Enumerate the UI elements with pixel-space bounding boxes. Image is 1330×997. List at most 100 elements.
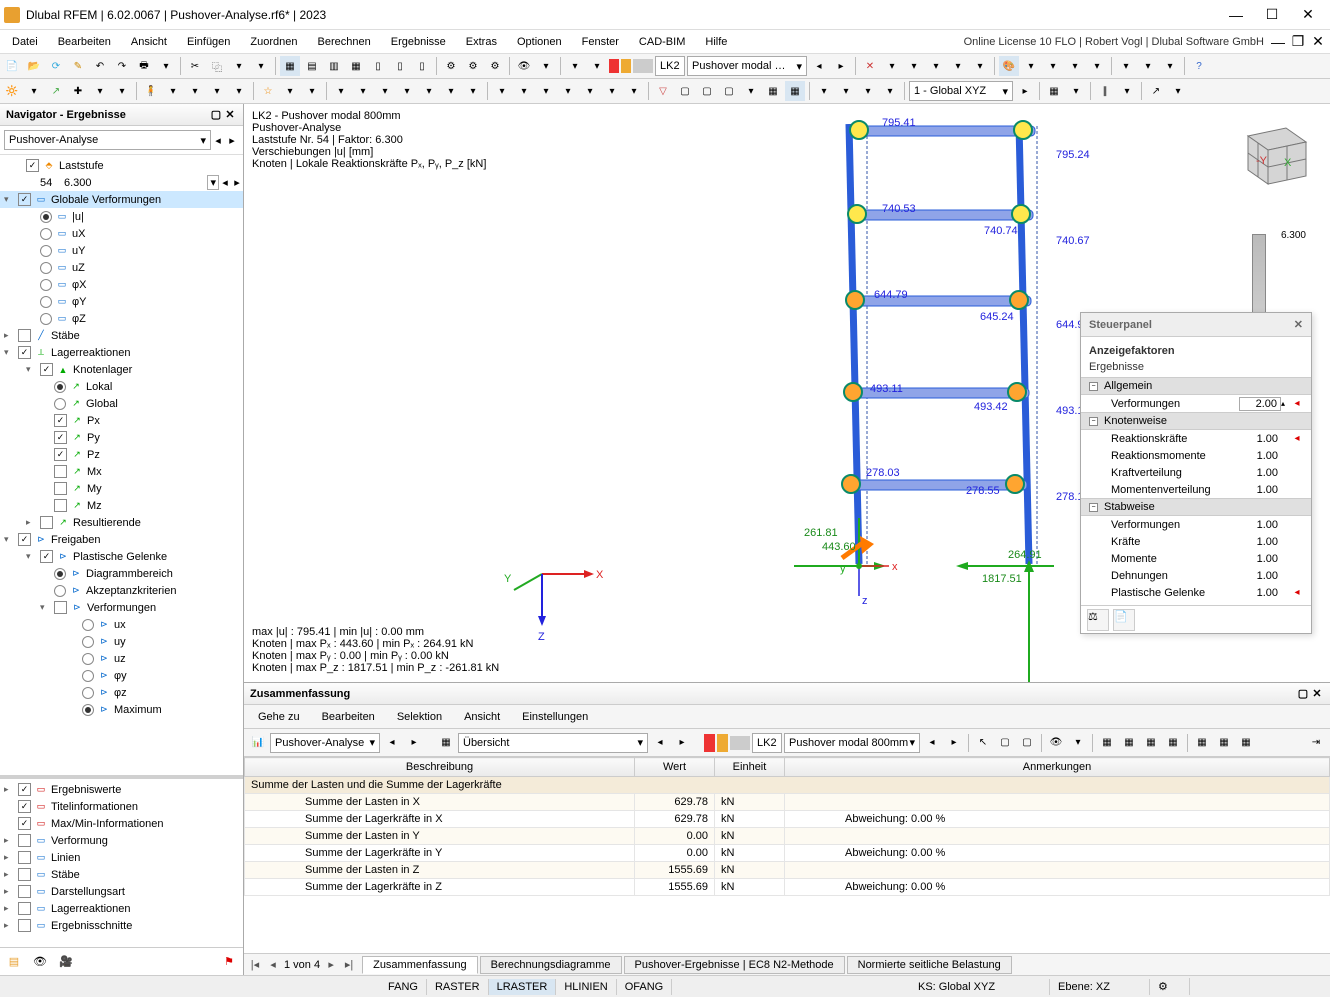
tree-gv-4[interactable]: ▭φX bbox=[0, 276, 243, 293]
sum-lk-dropdown[interactable]: LK2 bbox=[752, 733, 782, 753]
sum-prev-icon[interactable]: ◂ bbox=[382, 733, 402, 753]
checkbox[interactable] bbox=[18, 346, 31, 359]
sel-icon[interactable]: 🔆 bbox=[2, 81, 22, 101]
snap2-icon[interactable]: ▾ bbox=[836, 81, 856, 101]
sum-tool-10-icon[interactable]: ▦ bbox=[1192, 733, 1212, 753]
menu-fenster[interactable]: Fenster bbox=[572, 33, 629, 51]
menu-hilfe[interactable]: Hilfe bbox=[695, 33, 737, 51]
obj6-icon[interactable]: ☆ bbox=[258, 81, 278, 101]
radio[interactable] bbox=[54, 585, 66, 597]
sum-over-icon[interactable]: ▦ bbox=[436, 733, 456, 753]
status-raster[interactable]: RASTER bbox=[427, 979, 489, 995]
panel2-icon[interactable]: ▯ bbox=[390, 56, 410, 76]
sum-tool-11-icon[interactable]: ▦ bbox=[1214, 733, 1234, 753]
checkbox[interactable] bbox=[18, 885, 31, 898]
nav-data-icon[interactable]: ▤ bbox=[4, 952, 24, 972]
results-tree[interactable]: ⬘Laststufe546.300▾◂▸▾▭Globale Verformung… bbox=[0, 155, 243, 775]
model-canvas[interactable]: LK2 - Pushover modal 800mmPushover-Analy… bbox=[244, 104, 1330, 682]
nav-close-icon[interactable]: ✕ bbox=[223, 108, 237, 122]
menu-ergebnisse[interactable]: Ergebnisse bbox=[381, 33, 456, 51]
tree-resultierende[interactable]: ▸↗Resultierende bbox=[0, 514, 243, 531]
control-row[interactable]: Dehnungen1.00 bbox=[1081, 567, 1311, 584]
control-row[interactable]: Momentenverteilung1.00 bbox=[1081, 481, 1311, 498]
radio[interactable] bbox=[54, 381, 66, 393]
tree-globverf[interactable]: ▾▭Globale Verformungen bbox=[0, 191, 243, 208]
analysis-dropdown[interactable]: Pushover-Analyse▾ bbox=[4, 130, 211, 150]
view-icon[interactable]: 👁 bbox=[514, 56, 534, 76]
control-row[interactable]: Reaktionskräfte1.00◂ bbox=[1081, 430, 1311, 447]
menu-bearbeiten[interactable]: Bearbeiten bbox=[48, 33, 121, 51]
radio[interactable] bbox=[82, 704, 94, 716]
res-f-icon[interactable]: ▾ bbox=[970, 56, 990, 76]
snap-icon[interactable]: ▾ bbox=[814, 81, 834, 101]
results-tree-bottom[interactable]: ▸▭Ergebniswerte▭Titelinformationen▭Max/M… bbox=[0, 779, 243, 947]
status-hlinien[interactable]: HLINIEN bbox=[556, 979, 616, 995]
menu-datei[interactable]: Datei bbox=[2, 33, 48, 51]
obj2-icon[interactable]: ▾ bbox=[163, 81, 183, 101]
load12-icon[interactable]: ▾ bbox=[580, 81, 600, 101]
checkbox[interactable] bbox=[26, 159, 39, 172]
control-row[interactable]: Kräfte1.00 bbox=[1081, 533, 1311, 550]
filt5-icon[interactable]: ▾ bbox=[741, 81, 761, 101]
filt1-icon[interactable]: ▽ bbox=[653, 81, 673, 101]
load11-icon[interactable]: ▾ bbox=[558, 81, 578, 101]
cs-dropdown[interactable]: 1 - Global XYZ▾ bbox=[909, 81, 1013, 101]
summary-tab-3[interactable]: Normierte seitliche Belastung bbox=[847, 956, 1012, 974]
load1-icon[interactable]: ▾ bbox=[331, 81, 351, 101]
nav-result-icon[interactable]: ⚑ bbox=[219, 952, 239, 972]
snap3-icon[interactable]: ▾ bbox=[858, 81, 878, 101]
dim5-icon[interactable]: ↗ bbox=[1146, 81, 1166, 101]
table3-icon[interactable]: ▦ bbox=[346, 56, 366, 76]
load8-icon[interactable]: ▾ bbox=[492, 81, 512, 101]
table-icon[interactable]: ▤ bbox=[302, 56, 322, 76]
result-icon[interactable]: ▾ bbox=[565, 56, 585, 76]
mdi-close-button[interactable]: ✕ bbox=[1308, 32, 1328, 52]
checkbox[interactable] bbox=[18, 783, 31, 796]
calc-icon[interactable]: ⚙ bbox=[441, 56, 461, 76]
dim3-icon[interactable]: ∥ bbox=[1095, 81, 1115, 101]
sum-tool-8-icon[interactable]: ▦ bbox=[1141, 733, 1161, 753]
tree-bottom-3[interactable]: ▸▭Verformung bbox=[0, 832, 243, 849]
tree-bottom-6[interactable]: ▸▭Darstellungsart bbox=[0, 883, 243, 900]
checkbox[interactable] bbox=[40, 550, 53, 563]
summary-dock-icon[interactable]: ▢ bbox=[1296, 687, 1310, 701]
menu-zuordnen[interactable]: Zuordnen bbox=[240, 33, 307, 51]
mdi-minimize-button[interactable]: — bbox=[1268, 32, 1288, 52]
checkbox[interactable] bbox=[18, 902, 31, 915]
radio[interactable] bbox=[82, 687, 94, 699]
checkbox[interactable] bbox=[54, 448, 67, 461]
render6-icon[interactable]: ▾ bbox=[1116, 56, 1136, 76]
load6-icon[interactable]: ▾ bbox=[441, 81, 461, 101]
tree-plg[interactable]: ▾⊳Plastische Gelenke bbox=[0, 548, 243, 565]
render8-icon[interactable]: ▾ bbox=[1160, 56, 1180, 76]
tree-comp-Px[interactable]: ↗Px bbox=[0, 412, 243, 429]
menu-extras[interactable]: Extras bbox=[456, 33, 507, 51]
sum-next-icon[interactable]: ▸ bbox=[404, 733, 424, 753]
checkbox[interactable] bbox=[54, 601, 67, 614]
sel2-icon[interactable]: ▾ bbox=[24, 81, 44, 101]
tree-verf-2[interactable]: ⊳uz bbox=[0, 650, 243, 667]
tree-stabe[interactable]: ▸╱Stäbe bbox=[0, 327, 243, 344]
tree-bottom-0[interactable]: ▸▭Ergebniswerte bbox=[0, 781, 243, 798]
save-icon[interactable]: ⟳ bbox=[46, 56, 66, 76]
tree-gv-1[interactable]: ▭uX bbox=[0, 225, 243, 242]
maximize-button[interactable]: ☐ bbox=[1254, 1, 1290, 29]
analysis-next-icon[interactable]: ▸ bbox=[225, 130, 239, 150]
tree-knotenlager[interactable]: ▾▲Knotenlager bbox=[0, 361, 243, 378]
orientation-cube[interactable]: -Y X bbox=[1234, 114, 1312, 192]
radio[interactable] bbox=[82, 636, 94, 648]
checkbox[interactable] bbox=[54, 414, 67, 427]
checkbox[interactable] bbox=[18, 868, 31, 881]
render2-icon[interactable]: ▾ bbox=[1021, 56, 1041, 76]
status-fang[interactable]: FANG bbox=[380, 979, 427, 995]
table-row[interactable]: Summe der Lasten in Y0.00kN bbox=[245, 828, 1330, 845]
color-swatch-1[interactable] bbox=[609, 59, 619, 73]
result2-icon[interactable]: ▾ bbox=[587, 56, 607, 76]
cut-icon[interactable]: ✂ bbox=[185, 56, 205, 76]
tree-diag[interactable]: ⊳Diagrammbereich bbox=[0, 565, 243, 582]
cs-arrow-icon[interactable]: ▸ bbox=[1015, 81, 1035, 101]
control-close-icon[interactable]: ✕ bbox=[1294, 318, 1303, 331]
checkbox[interactable] bbox=[18, 817, 31, 830]
status-ebene[interactable]: Ebene: XZ bbox=[1050, 979, 1150, 995]
checkbox[interactable] bbox=[54, 431, 67, 444]
